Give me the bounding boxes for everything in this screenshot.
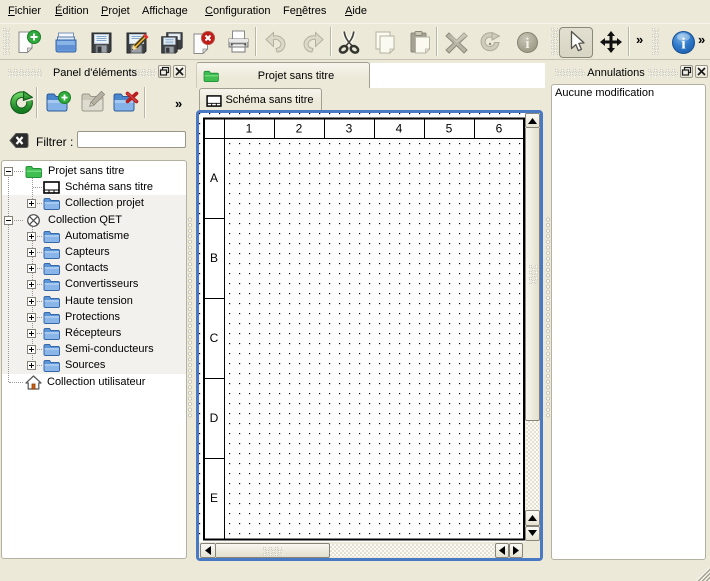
svg-text:D: D bbox=[210, 411, 219, 425]
svg-text:i: i bbox=[525, 36, 529, 52]
svg-text:1: 1 bbox=[246, 122, 253, 136]
svg-text:3: 3 bbox=[346, 122, 353, 136]
svg-text:5: 5 bbox=[446, 122, 453, 136]
svg-text:6: 6 bbox=[496, 122, 503, 136]
svg-text:2: 2 bbox=[296, 122, 303, 136]
svg-text:4: 4 bbox=[396, 122, 403, 136]
svg-text:i: i bbox=[681, 36, 686, 53]
svg-text:E: E bbox=[210, 491, 218, 505]
svg-text:C: C bbox=[210, 331, 219, 345]
svg-text:B: B bbox=[210, 251, 218, 265]
svg-text:A: A bbox=[210, 171, 218, 185]
